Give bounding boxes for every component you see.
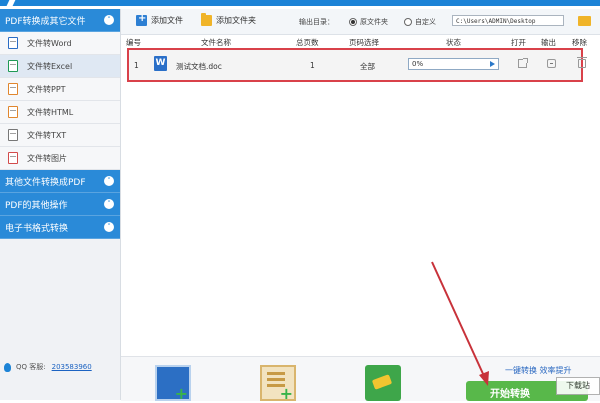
chevron-up-icon[interactable]: ˄ xyxy=(104,15,114,25)
col-output: 输出 xyxy=(541,38,556,47)
output-path-field[interactable]: C:\Users\ADMIN\Desktop xyxy=(452,15,564,26)
chevron-down-icon[interactable]: ˅ xyxy=(104,176,114,186)
qq-number-link[interactable]: 203583960 xyxy=(52,363,92,371)
watermark-logo: 下载站 xyxy=(556,377,600,395)
image-file-icon xyxy=(8,152,18,164)
folder-icon xyxy=(201,13,212,26)
output-folder-icon[interactable] xyxy=(547,59,556,68)
row-page-select[interactable]: 全部 xyxy=(360,61,375,72)
radio-original-folder[interactable]: 原文件夹 xyxy=(349,17,388,27)
trash-icon[interactable] xyxy=(577,57,587,68)
row-pages: 1 xyxy=(310,61,315,70)
radio-selected-icon xyxy=(349,18,357,26)
play-icon[interactable] xyxy=(490,61,495,67)
col-remove: 移除 xyxy=(572,38,587,47)
add-file-button[interactable]: 添加文件 xyxy=(136,13,183,26)
radio-custom-label: 自定义 xyxy=(415,18,436,26)
qq-penguin-icon xyxy=(4,362,11,372)
sidebar-item-ppt[interactable]: 文件转PPT xyxy=(0,78,120,101)
col-open: 打开 xyxy=(511,38,526,47)
word-file-icon xyxy=(8,37,18,49)
status-percent: 0% xyxy=(412,60,424,68)
sidebar-item-image[interactable]: 文件转图片 xyxy=(0,147,120,170)
toolbar: 添加文件 添加文件夹 输出目录： 原文件夹 自定义 C:\Users\ADMIN… xyxy=(121,9,600,35)
col-page-select: 页码选择 xyxy=(349,38,379,47)
output-dir-label: 输出目录： xyxy=(299,18,334,26)
html-file-icon xyxy=(8,106,18,118)
sidebar-item-label: 文件转HTML xyxy=(27,107,74,117)
sidebar-category-ebook[interactable]: 电子书格式转换 ˅ xyxy=(0,216,120,239)
title-bar xyxy=(0,0,600,6)
add-file-big-icon[interactable] xyxy=(155,365,191,403)
convert-label: 开始转换 xyxy=(490,389,530,400)
app-logo xyxy=(6,0,16,6)
sidebar-category-label: 电子书格式转换 xyxy=(5,223,69,234)
col-index: 编号 xyxy=(126,38,141,47)
radio-custom-folder[interactable]: 自定义 xyxy=(404,17,436,27)
word-doc-icon: W xyxy=(154,56,167,71)
add-file-label: 添加文件 xyxy=(151,16,183,25)
sidebar-item-label: 文件转PPT xyxy=(27,84,66,94)
col-pages: 总页数 xyxy=(296,38,319,47)
col-status: 状态 xyxy=(446,38,461,47)
chevron-down-icon[interactable]: ˅ xyxy=(104,199,114,209)
excel-file-icon xyxy=(8,60,18,72)
status-progress-bar: 0% xyxy=(408,58,499,70)
sidebar-item-html[interactable]: 文件转HTML xyxy=(0,101,120,124)
open-file-icon[interactable] xyxy=(518,58,528,68)
sidebar-item-txt[interactable]: 文件转TXT xyxy=(0,124,120,147)
clear-list-icon[interactable] xyxy=(365,365,401,401)
qq-label: QQ 客服: xyxy=(16,363,46,371)
bottom-bar: 一键转换 效率提升 开始转换 下载站 xyxy=(121,356,600,403)
chevron-down-icon[interactable]: ˅ xyxy=(104,222,114,232)
table-header: 编号 文件名称 总页数 页码选择 状态 打开 输出 移除 xyxy=(121,36,600,48)
sidebar-category-label: PDF转换成其它文件 xyxy=(5,16,86,27)
sidebar-category-label: PDF的其他操作 xyxy=(5,200,68,211)
add-folder-big-icon[interactable] xyxy=(260,365,296,403)
sidebar-category-pdf-to-other[interactable]: PDF转换成其它文件 ˄ xyxy=(0,9,120,32)
sidebar-category-label: 其他文件转换成PDF xyxy=(5,177,86,188)
row-index: 1 xyxy=(134,61,139,70)
sidebar-category-pdf-ops[interactable]: PDF的其他操作 ˅ xyxy=(0,193,120,216)
sidebar-item-label: 文件转TXT xyxy=(27,130,67,140)
sidebar-item-word[interactable]: 文件转Word xyxy=(0,32,120,55)
sidebar-item-excel[interactable]: 文件转Excel xyxy=(0,55,120,78)
radio-unselected-icon xyxy=(404,18,412,26)
add-file-icon xyxy=(136,13,147,26)
add-folder-label: 添加文件夹 xyxy=(216,16,256,25)
sidebar-item-label: 文件转图片 xyxy=(27,153,67,163)
qq-support: QQ 客服: 203583960 xyxy=(4,362,92,372)
sidebar-item-label: 文件转Excel xyxy=(27,61,73,71)
browse-folder-icon[interactable] xyxy=(578,16,591,26)
sidebar-category-other-to-pdf[interactable]: 其他文件转换成PDF ˅ xyxy=(0,170,120,193)
sidebar: PDF转换成其它文件 ˄ 文件转Word 文件转Excel 文件转PPT 文件转… xyxy=(0,9,121,400)
radio-original-label: 原文件夹 xyxy=(360,18,388,26)
sidebar-item-label: 文件转Word xyxy=(27,38,72,48)
col-filename: 文件名称 xyxy=(201,38,231,47)
table-row[interactable]: 1 W 测试文档.doc 1 全部 0% xyxy=(127,48,587,82)
ppt-file-icon xyxy=(8,83,18,95)
row-filename: 测试文档.doc xyxy=(176,62,222,71)
add-folder-button[interactable]: 添加文件夹 xyxy=(201,13,256,26)
txt-file-icon xyxy=(8,129,18,141)
slogan-text: 一键转换 效率提升 xyxy=(505,366,572,375)
